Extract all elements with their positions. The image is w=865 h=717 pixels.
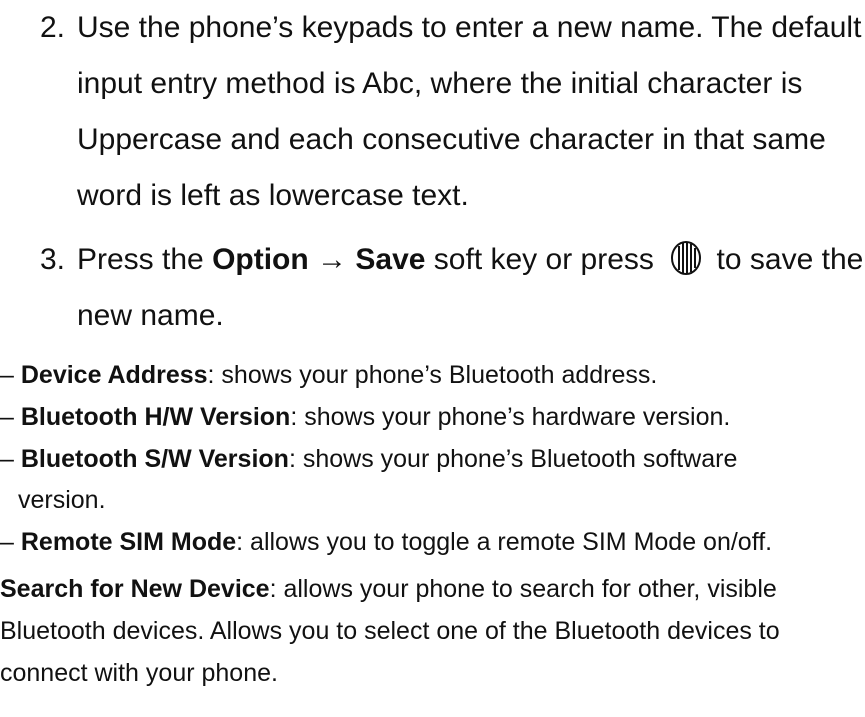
center-select-key-icon — [670, 239, 702, 275]
list-item: – Bluetooth H/W Version: shows your phon… — [0, 403, 731, 431]
arrow-glyph: → — [317, 243, 348, 276]
option-softkey-label: Option — [212, 243, 309, 276]
text-after: to save the — [708, 243, 864, 276]
text-middle: soft key or press — [425, 243, 663, 276]
list-item-line: Bluetooth devices. Allows you to select … — [0, 617, 780, 645]
item-term: Search for New Device — [0, 575, 270, 603]
item-desc: : shows your phone’s Bluetooth address. — [207, 361, 658, 389]
list-item: – Bluetooth S/W Version: shows your phon… — [0, 445, 738, 473]
item-term: Remote SIM Mode — [20, 528, 237, 556]
step-line: Press the Option → Save soft key or pres… — [77, 232, 863, 288]
step-line: Uppercase and each consecutive character… — [77, 123, 826, 156]
text-before: Press the — [77, 243, 213, 276]
item-desc: : shows your phone’s hardware version. — [290, 403, 731, 431]
list-item: – Device Address: shows your phone’s Blu… — [0, 361, 658, 389]
step-number: 2. — [40, 11, 66, 44]
item-term: Bluetooth H/W Version — [20, 403, 291, 431]
step-line: new name. — [77, 299, 224, 332]
list-item-continuation: version. — [18, 486, 106, 514]
step-line: word is left as lowercase text. — [77, 179, 469, 212]
item-term: Device Address — [20, 361, 208, 389]
item-desc: : allows your phone to search for other,… — [269, 575, 777, 603]
list-item-line: connect with your phone. — [0, 659, 278, 687]
list-item: – Remote SIM Mode: allows you to toggle … — [0, 528, 773, 556]
step-line: Use the phone’s keypads to enter a new n… — [77, 11, 862, 44]
item-desc: : allows you to toggle a remote SIM Mode… — [236, 528, 773, 556]
list-item: Search for New Device: allows your phone… — [0, 568, 777, 610]
item-term: Bluetooth S/W Version — [20, 445, 289, 473]
step-line: input entry method is Abc, where the ini… — [77, 67, 803, 100]
save-softkey-label: Save — [355, 243, 426, 276]
item-desc: : shows your phone’s Bluetooth software — [288, 445, 738, 473]
step-number: 3. — [40, 243, 66, 276]
